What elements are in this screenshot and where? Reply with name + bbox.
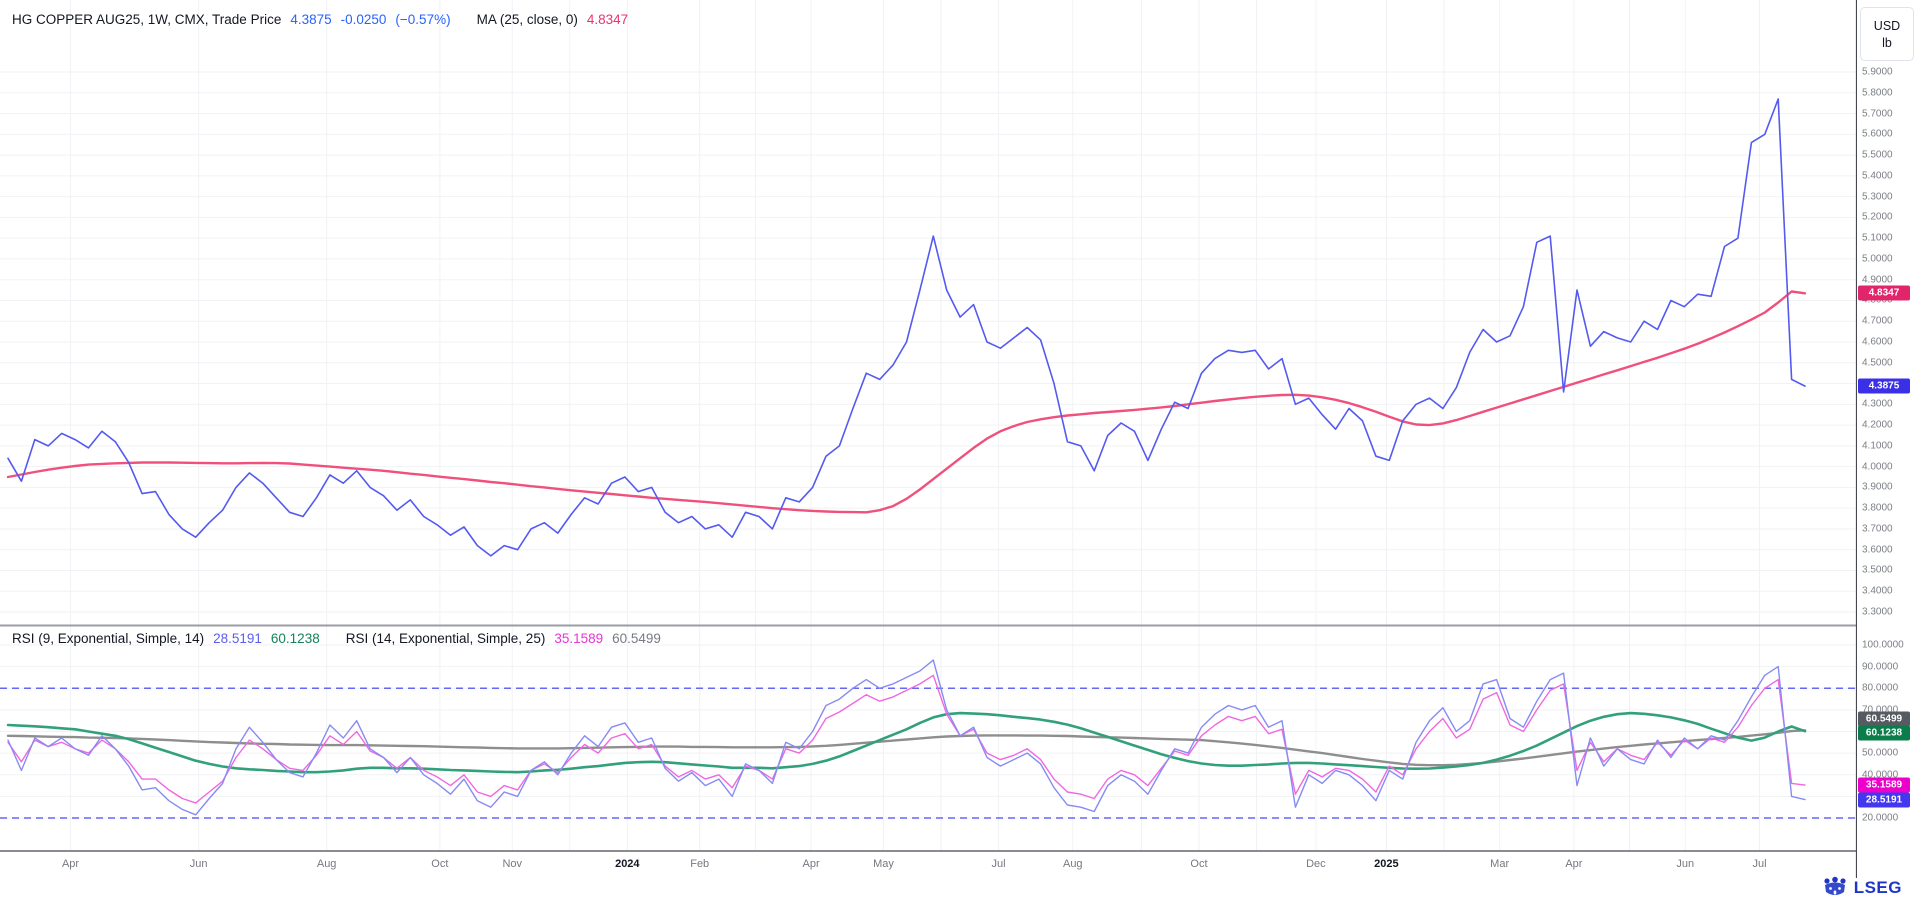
price-axis-label: 3.8000: [1862, 503, 1893, 514]
rsi-axis-badge: 28.5191: [1858, 792, 1910, 807]
time-axis-tick[interactable]: Nov: [502, 858, 522, 870]
ma-line: [8, 292, 1805, 513]
price-change-value: -0.0250: [341, 12, 387, 27]
price-pane-legend: HG COPPER AUG25, 1W, CMX, Trade Price 4.…: [12, 12, 628, 27]
price-axis-badge: 4.3875: [1858, 379, 1910, 394]
price-axis-label: 5.6000: [1862, 129, 1893, 140]
price-axis-label: 3.4000: [1862, 586, 1893, 597]
rsi14-label: RSI (14, Exponential, Simple, 25): [346, 631, 546, 646]
rsi-smooth-green-line: [8, 713, 1805, 772]
price-axis-label: 5.2000: [1862, 212, 1893, 223]
price-axis-label: 4.0000: [1862, 461, 1893, 472]
rsi9-label: RSI (9, Exponential, Simple, 14): [12, 631, 204, 646]
time-axis-tick[interactable]: Dec: [1306, 858, 1326, 870]
rsi-axis-badge: 35.1589: [1858, 778, 1910, 793]
rsi-axis-badge: 60.1238: [1858, 726, 1910, 741]
time-axis-tick[interactable]: 2025: [1374, 858, 1398, 870]
rsi-axis-label: 90.0000: [1862, 661, 1898, 672]
price-axis-label: 3.3000: [1862, 607, 1893, 618]
time-axis-tick[interactable]: Jul: [1752, 858, 1766, 870]
price-axis-label: 4.6000: [1862, 337, 1893, 348]
rsi9-line: [8, 660, 1805, 815]
rsi-axis-label: 100.0000: [1862, 640, 1904, 651]
axis-unit-top: USD: [1874, 19, 1900, 33]
price-axis-label: 4.3000: [1862, 399, 1893, 410]
time-axis-tick[interactable]: Mar: [1490, 858, 1509, 870]
price-axis-label: 5.8000: [1862, 87, 1893, 98]
time-axis-tick[interactable]: Feb: [690, 858, 709, 870]
lseg-logo: LSEG: [1822, 876, 1902, 900]
price-axis-label: 5.1000: [1862, 233, 1893, 244]
price-axis-label: 3.5000: [1862, 565, 1893, 576]
time-axis-tick[interactable]: Apr: [62, 858, 79, 870]
price-axis-label: 4.2000: [1862, 420, 1893, 431]
time-axis-tick[interactable]: May: [873, 858, 894, 870]
rsi-axis-label: 20.0000: [1862, 813, 1898, 824]
price-axis-label: 4.1000: [1862, 440, 1893, 451]
chart-app: HG COPPER AUG25, 1W, CMX, Trade Price 4.…: [0, 0, 1916, 905]
price-axis-label: 5.0000: [1862, 253, 1893, 264]
time-axis-tick[interactable]: Oct: [431, 858, 448, 870]
price-axis-label: 5.5000: [1862, 150, 1893, 161]
axis-unit-box: USD lb: [1860, 7, 1914, 61]
price-axis-label: 5.3000: [1862, 191, 1893, 202]
instrument-title: HG COPPER AUG25, 1W, CMX, Trade Price: [12, 12, 281, 27]
price-axis-label: 5.4000: [1862, 170, 1893, 181]
price-axis-label: 3.6000: [1862, 544, 1893, 555]
rsi14-smooth-value: 60.5499: [612, 631, 661, 646]
ma-value: 4.8347: [587, 12, 628, 27]
last-price-value: 4.3875: [290, 12, 331, 27]
time-axis-tick[interactable]: Apr: [1565, 858, 1582, 870]
time-axis-tick[interactable]: Jul: [991, 858, 1005, 870]
time-axis-tick[interactable]: 2024: [615, 858, 639, 870]
axis-unit-bottom: lb: [1882, 36, 1892, 50]
rsi9-smooth-value: 60.1238: [271, 631, 320, 646]
lseg-crest-icon: [1822, 876, 1848, 900]
lseg-wordmark: LSEG: [1854, 878, 1902, 898]
price-axis-label: 4.7000: [1862, 316, 1893, 327]
price-axis-label: 5.9000: [1862, 67, 1893, 78]
rsi-axis-label: 50.0000: [1862, 748, 1898, 759]
time-axis-tick[interactable]: Aug: [1063, 858, 1083, 870]
rsi9-value: 28.5191: [213, 631, 262, 646]
price-axis-label: 5.7000: [1862, 108, 1893, 119]
price-change-percent: (−0.57%): [395, 12, 450, 27]
time-axis-tick[interactable]: Jun: [1676, 858, 1694, 870]
price-axis-label: 4.5000: [1862, 357, 1893, 368]
ma-indicator-label: MA (25, close, 0): [477, 12, 578, 27]
price-axis-label: 4.9000: [1862, 274, 1893, 285]
time-axis-tick[interactable]: Aug: [317, 858, 337, 870]
time-axis-tick[interactable]: Oct: [1190, 858, 1207, 870]
time-axis-tick[interactable]: Apr: [803, 858, 820, 870]
price-axis-badge: 4.8347: [1858, 286, 1910, 301]
rsi-axis-badge: 60.5499: [1858, 712, 1910, 727]
price-axis-label: 3.9000: [1862, 482, 1893, 493]
chart-canvas[interactable]: [0, 0, 1916, 905]
price-axis-label: 3.7000: [1862, 523, 1893, 534]
rsi14-value: 35.1589: [554, 631, 603, 646]
rsi-axis-label: 80.0000: [1862, 683, 1898, 694]
rsi-pane-legend: RSI (9, Exponential, Simple, 14) 28.5191…: [12, 631, 661, 646]
time-axis-tick[interactable]: Jun: [190, 858, 208, 870]
